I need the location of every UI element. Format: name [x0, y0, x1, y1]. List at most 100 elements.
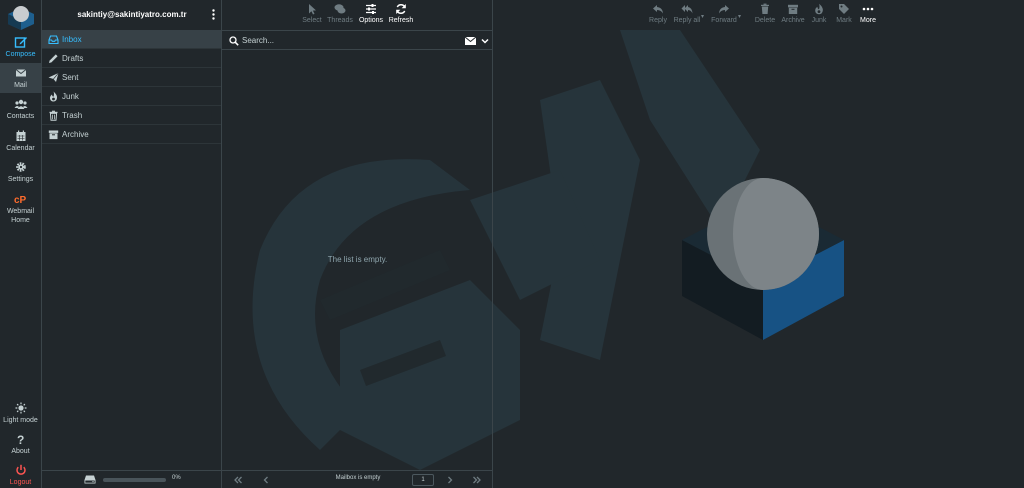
svg-text:cP: cP: [14, 195, 27, 206]
about-button[interactable]: ? About: [0, 429, 41, 459]
fire-icon: [49, 91, 58, 102]
last-page-icon[interactable]: [472, 475, 482, 485]
roundcube-logo: [8, 6, 34, 30]
folder-inbox-label: Inbox: [62, 35, 82, 44]
mark-button[interactable]: Mark: [834, 3, 854, 24]
reply-all-button[interactable]: Reply all: [673, 3, 701, 24]
folder-header: sakintiy@sakintiyatro.com.tr: [42, 0, 221, 30]
power-icon: [16, 464, 26, 475]
inbox-icon: [48, 35, 59, 45]
nav-settings[interactable]: Settings: [0, 157, 41, 187]
archive-box-icon: [48, 130, 59, 140]
compose-icon: [14, 37, 27, 48]
archive-button[interactable]: Archive: [781, 3, 805, 24]
sun-icon: [15, 402, 27, 414]
reply-icon: [653, 5, 663, 14]
folder-junk[interactable]: Junk: [42, 87, 221, 106]
options-label: Options: [358, 17, 384, 24]
logout-label: Logout: [9, 479, 32, 486]
quota-bar: [103, 478, 166, 482]
select-button[interactable]: Select: [302, 3, 322, 24]
nav-contacts[interactable]: Contacts: [0, 94, 41, 124]
quota-footer: 0%: [42, 470, 222, 488]
svg-text:?: ?: [17, 433, 24, 446]
reply-all-label: Reply all: [673, 17, 701, 24]
folder-inbox[interactable]: Inbox: [42, 30, 221, 49]
quota-percent: 0%: [172, 475, 181, 481]
light-mode-toggle[interactable]: Light mode: [0, 398, 41, 428]
folder-trash-label: Trash: [62, 111, 83, 120]
preview-panel: Reply Reply all ▾ Forward ▾ Delete Archi…: [493, 0, 1024, 488]
junk-button[interactable]: Junk: [809, 3, 829, 24]
reply-button[interactable]: Reply: [646, 3, 670, 24]
more-dots-icon: [862, 7, 874, 11]
archive-box-icon: [788, 4, 798, 14]
list-toolbar: Select Threads Options Refresh: [222, 0, 493, 30]
pencil-icon: [49, 54, 58, 63]
compose-label: Compose: [5, 51, 36, 58]
folder-archive[interactable]: Archive: [42, 125, 221, 144]
select-label: Select: [302, 17, 322, 24]
refresh-label: Refresh: [388, 17, 414, 24]
junk-label: Junk: [811, 17, 827, 24]
folder-trash[interactable]: Trash: [42, 106, 221, 125]
nav-webmail-home[interactable]: cP Webmail Home: [0, 189, 41, 224]
forward-icon: [719, 5, 729, 14]
webmail-home-label-1: Webmail: [6, 208, 35, 215]
folder-sent[interactable]: Sent: [42, 68, 221, 87]
threads-label: Threads: [327, 17, 353, 24]
mark-label: Mark: [836, 17, 852, 24]
empty-list-message: The list is empty.: [327, 255, 388, 264]
reply-label: Reply: [649, 17, 667, 24]
webmail-home-label-2: Home: [11, 217, 30, 224]
settings-label: Settings: [7, 176, 34, 183]
delete-label: Delete: [754, 17, 776, 24]
users-icon: [14, 99, 28, 109]
forward-button[interactable]: Forward: [710, 3, 738, 24]
more-button[interactable]: More: [858, 3, 878, 24]
kebab-menu-icon[interactable]: [212, 9, 215, 20]
delete-button[interactable]: Delete: [754, 3, 776, 24]
light-mode-label: Light mode: [3, 417, 38, 424]
first-page-icon[interactable]: [233, 475, 243, 485]
search-icon: [229, 36, 239, 46]
pagination-bar: Mailbox is empty 1: [222, 470, 493, 488]
logout-button[interactable]: Logout: [0, 460, 41, 488]
reply-all-dropdown-icon[interactable]: ▾: [701, 13, 704, 20]
nav-rail: Compose Mail Contacts Calendar Settings …: [0, 0, 42, 488]
mailbox-status: Mailbox is empty: [335, 475, 381, 481]
trash-icon: [49, 110, 58, 121]
next-page-icon[interactable]: [445, 475, 455, 485]
contacts-label: Contacts: [6, 113, 35, 120]
compose-button[interactable]: Compose: [0, 32, 41, 62]
forward-label: Forward: [711, 17, 737, 24]
calendar-icon: [16, 130, 26, 141]
nav-calendar[interactable]: Calendar: [0, 126, 41, 156]
about-label: About: [11, 448, 30, 455]
chevron-down-icon[interactable]: [481, 37, 489, 45]
refresh-button[interactable]: Refresh: [388, 3, 414, 24]
comments-icon: [334, 4, 346, 14]
page-number-input[interactable]: 1: [412, 474, 434, 486]
folder-drafts[interactable]: Drafts: [42, 49, 221, 68]
folder-panel: sakintiy@sakintiyatro.com.tr Inbox Draft…: [42, 0, 222, 488]
prev-page-icon[interactable]: [261, 475, 271, 485]
folder-archive-label: Archive: [62, 130, 89, 139]
roundcube-watermark-logo: [682, 178, 844, 340]
threads-button[interactable]: Threads: [327, 3, 353, 24]
trash-icon: [761, 3, 769, 14]
reply-all-icon: [681, 5, 693, 14]
nav-mail[interactable]: Mail: [0, 63, 41, 93]
question-icon: ?: [17, 433, 24, 446]
calendar-label: Calendar: [6, 145, 35, 152]
forward-dropdown-icon[interactable]: ▾: [738, 13, 741, 20]
folder-drafts-label: Drafts: [62, 54, 84, 63]
account-email: sakintiy@sakintiyatro.com.tr: [77, 10, 187, 19]
cursor-icon: [309, 4, 316, 15]
search-bar: [222, 30, 493, 50]
message-toolbar: Reply Reply all ▾ Forward ▾ Delete Archi…: [493, 0, 1024, 30]
tag-icon: [839, 4, 849, 14]
envelope-filter-icon[interactable]: [465, 37, 476, 45]
options-button[interactable]: Options: [358, 3, 384, 24]
search-input[interactable]: [242, 34, 442, 47]
